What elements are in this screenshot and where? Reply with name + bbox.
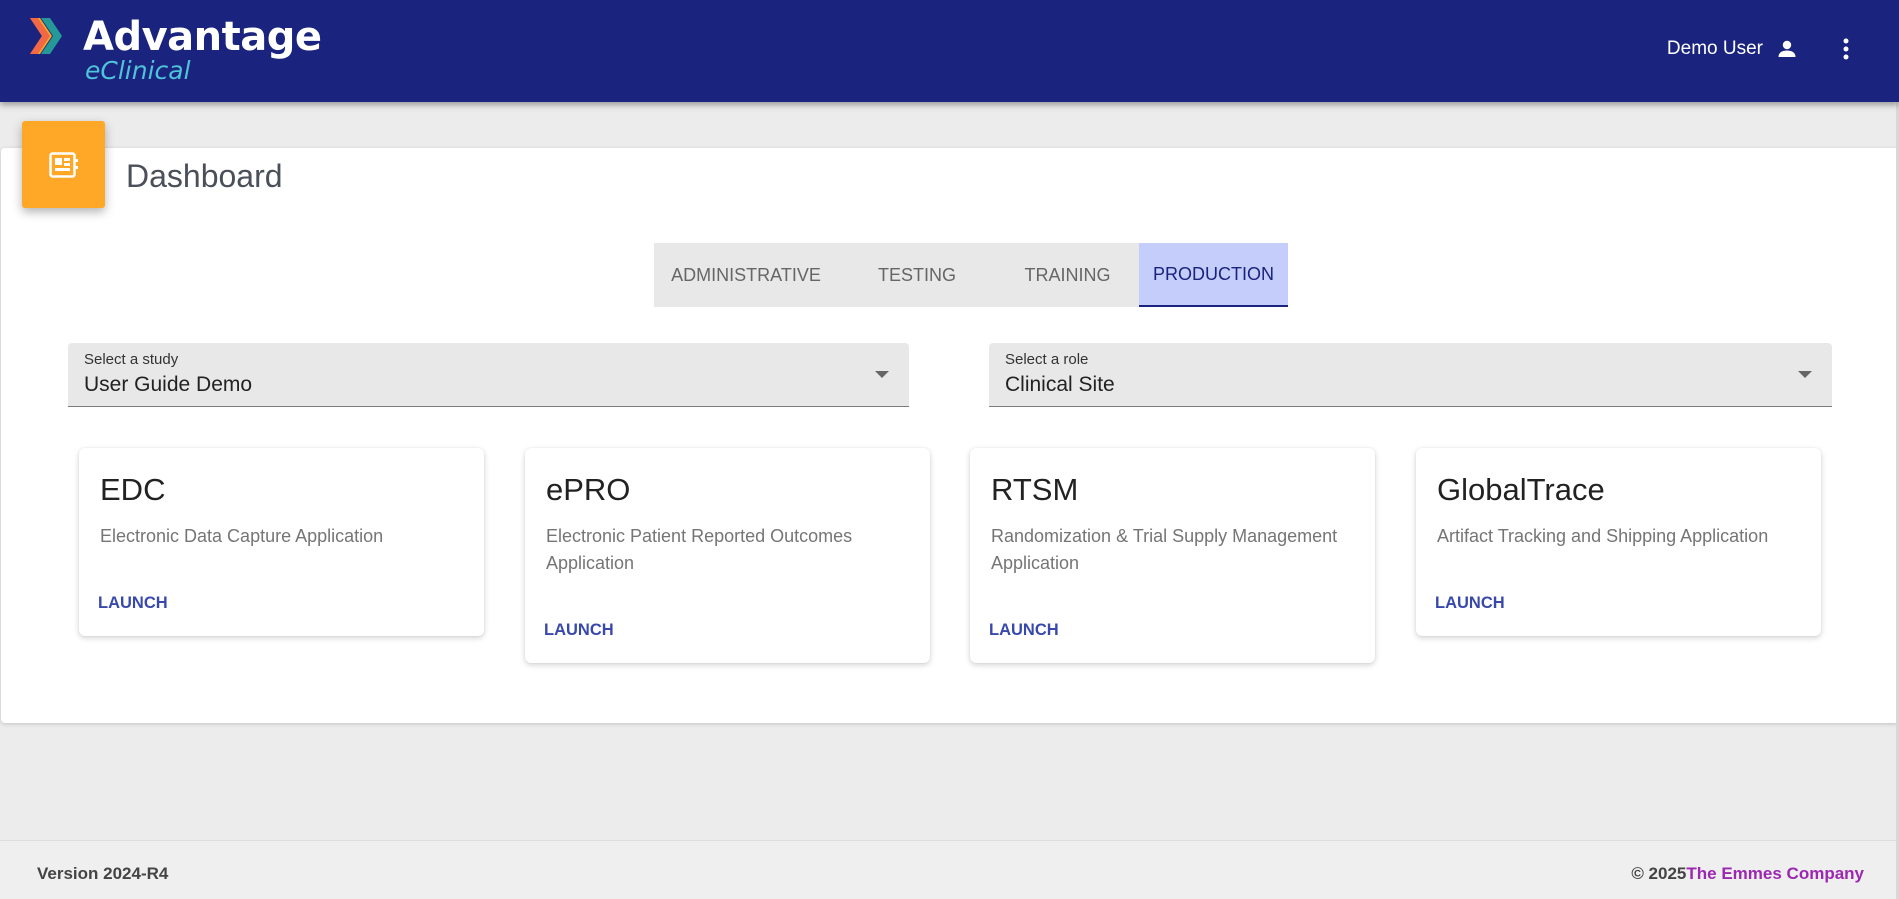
role-select-label: Select a role xyxy=(1005,351,1089,368)
launch-globaltrace-button[interactable]: Launch xyxy=(1435,594,1505,613)
app-description: Artifact Tracking and Shipping Applicati… xyxy=(1437,526,1769,546)
app-description: Electronic Patient Reported Outcomes App… xyxy=(546,526,853,573)
dropdown-arrow-icon xyxy=(1798,371,1812,378)
footer: Version 2024-R4 © 2025The Emmes Company xyxy=(0,840,1899,899)
launch-edc-button[interactable]: Launch xyxy=(98,594,168,613)
person-icon xyxy=(1778,40,1796,57)
tab-testing[interactable]: Testing xyxy=(838,243,996,307)
advantage-logo[interactable]: Advantage eClinical xyxy=(30,14,322,85)
environment-tabs: Administrative Testing Training Producti… xyxy=(654,243,1288,307)
brand-name: Advantage xyxy=(83,14,322,60)
study-select-label: Select a study xyxy=(84,351,179,368)
app-title: EDC xyxy=(100,472,166,507)
tab-production[interactable]: Production xyxy=(1139,243,1288,307)
tab-training[interactable]: Training xyxy=(996,243,1139,307)
app-title: ePRO xyxy=(546,472,631,507)
study-select-value: User Guide Demo xyxy=(84,373,253,396)
app-description: Electronic Data Capture Application xyxy=(100,526,384,546)
copyright-year: © 2025 xyxy=(1631,864,1687,883)
user-name: Demo User xyxy=(1666,38,1763,59)
more-vert-icon xyxy=(1843,38,1849,60)
app-card-rtsm: RTSM Randomization & Trial Supply Manage… xyxy=(970,448,1375,663)
app-title: RTSM xyxy=(991,472,1079,507)
more-options-button[interactable] xyxy=(1831,34,1861,64)
tab-administrative[interactable]: Administrative xyxy=(654,243,838,307)
dropdown-arrow-icon xyxy=(875,371,889,378)
company-link[interactable]: The Emmes Company xyxy=(1686,864,1864,883)
user-menu[interactable]: Demo User xyxy=(1667,34,1799,64)
app-card-epro: ePRO Electronic Patient Reported Outcome… xyxy=(525,448,930,663)
copyright: © 2025The Emmes Company xyxy=(1631,864,1864,884)
launch-rtsm-button[interactable]: Launch xyxy=(989,621,1059,640)
study-select[interactable]: Select a study User Guide Demo xyxy=(68,343,909,407)
launch-epro-button[interactable]: Launch xyxy=(544,621,614,640)
version-label: Version 2024-R4 xyxy=(37,864,169,883)
page-title: Dashboard xyxy=(126,158,283,194)
dashboard-card xyxy=(1,148,1899,723)
top-app-bar: Advantage eClinical Demo User xyxy=(0,0,1899,102)
app-description: Randomization & Trial Supply Management … xyxy=(991,526,1338,573)
brand-subtitle: eClinical xyxy=(85,56,191,85)
app-card-edc: EDC Electronic Data Capture Application … xyxy=(79,448,484,636)
app-card-globaltrace: GlobalTrace Artifact Tracking and Shippi… xyxy=(1416,448,1821,636)
dashboard-icon xyxy=(48,151,78,178)
role-select-value: Clinical Site xyxy=(1005,373,1115,396)
app-title: GlobalTrace xyxy=(1437,472,1605,507)
role-select[interactable]: Select a role Clinical Site xyxy=(989,343,1832,407)
chevron-logo-icon xyxy=(30,18,62,54)
dashboard-icon-badge xyxy=(22,121,105,208)
